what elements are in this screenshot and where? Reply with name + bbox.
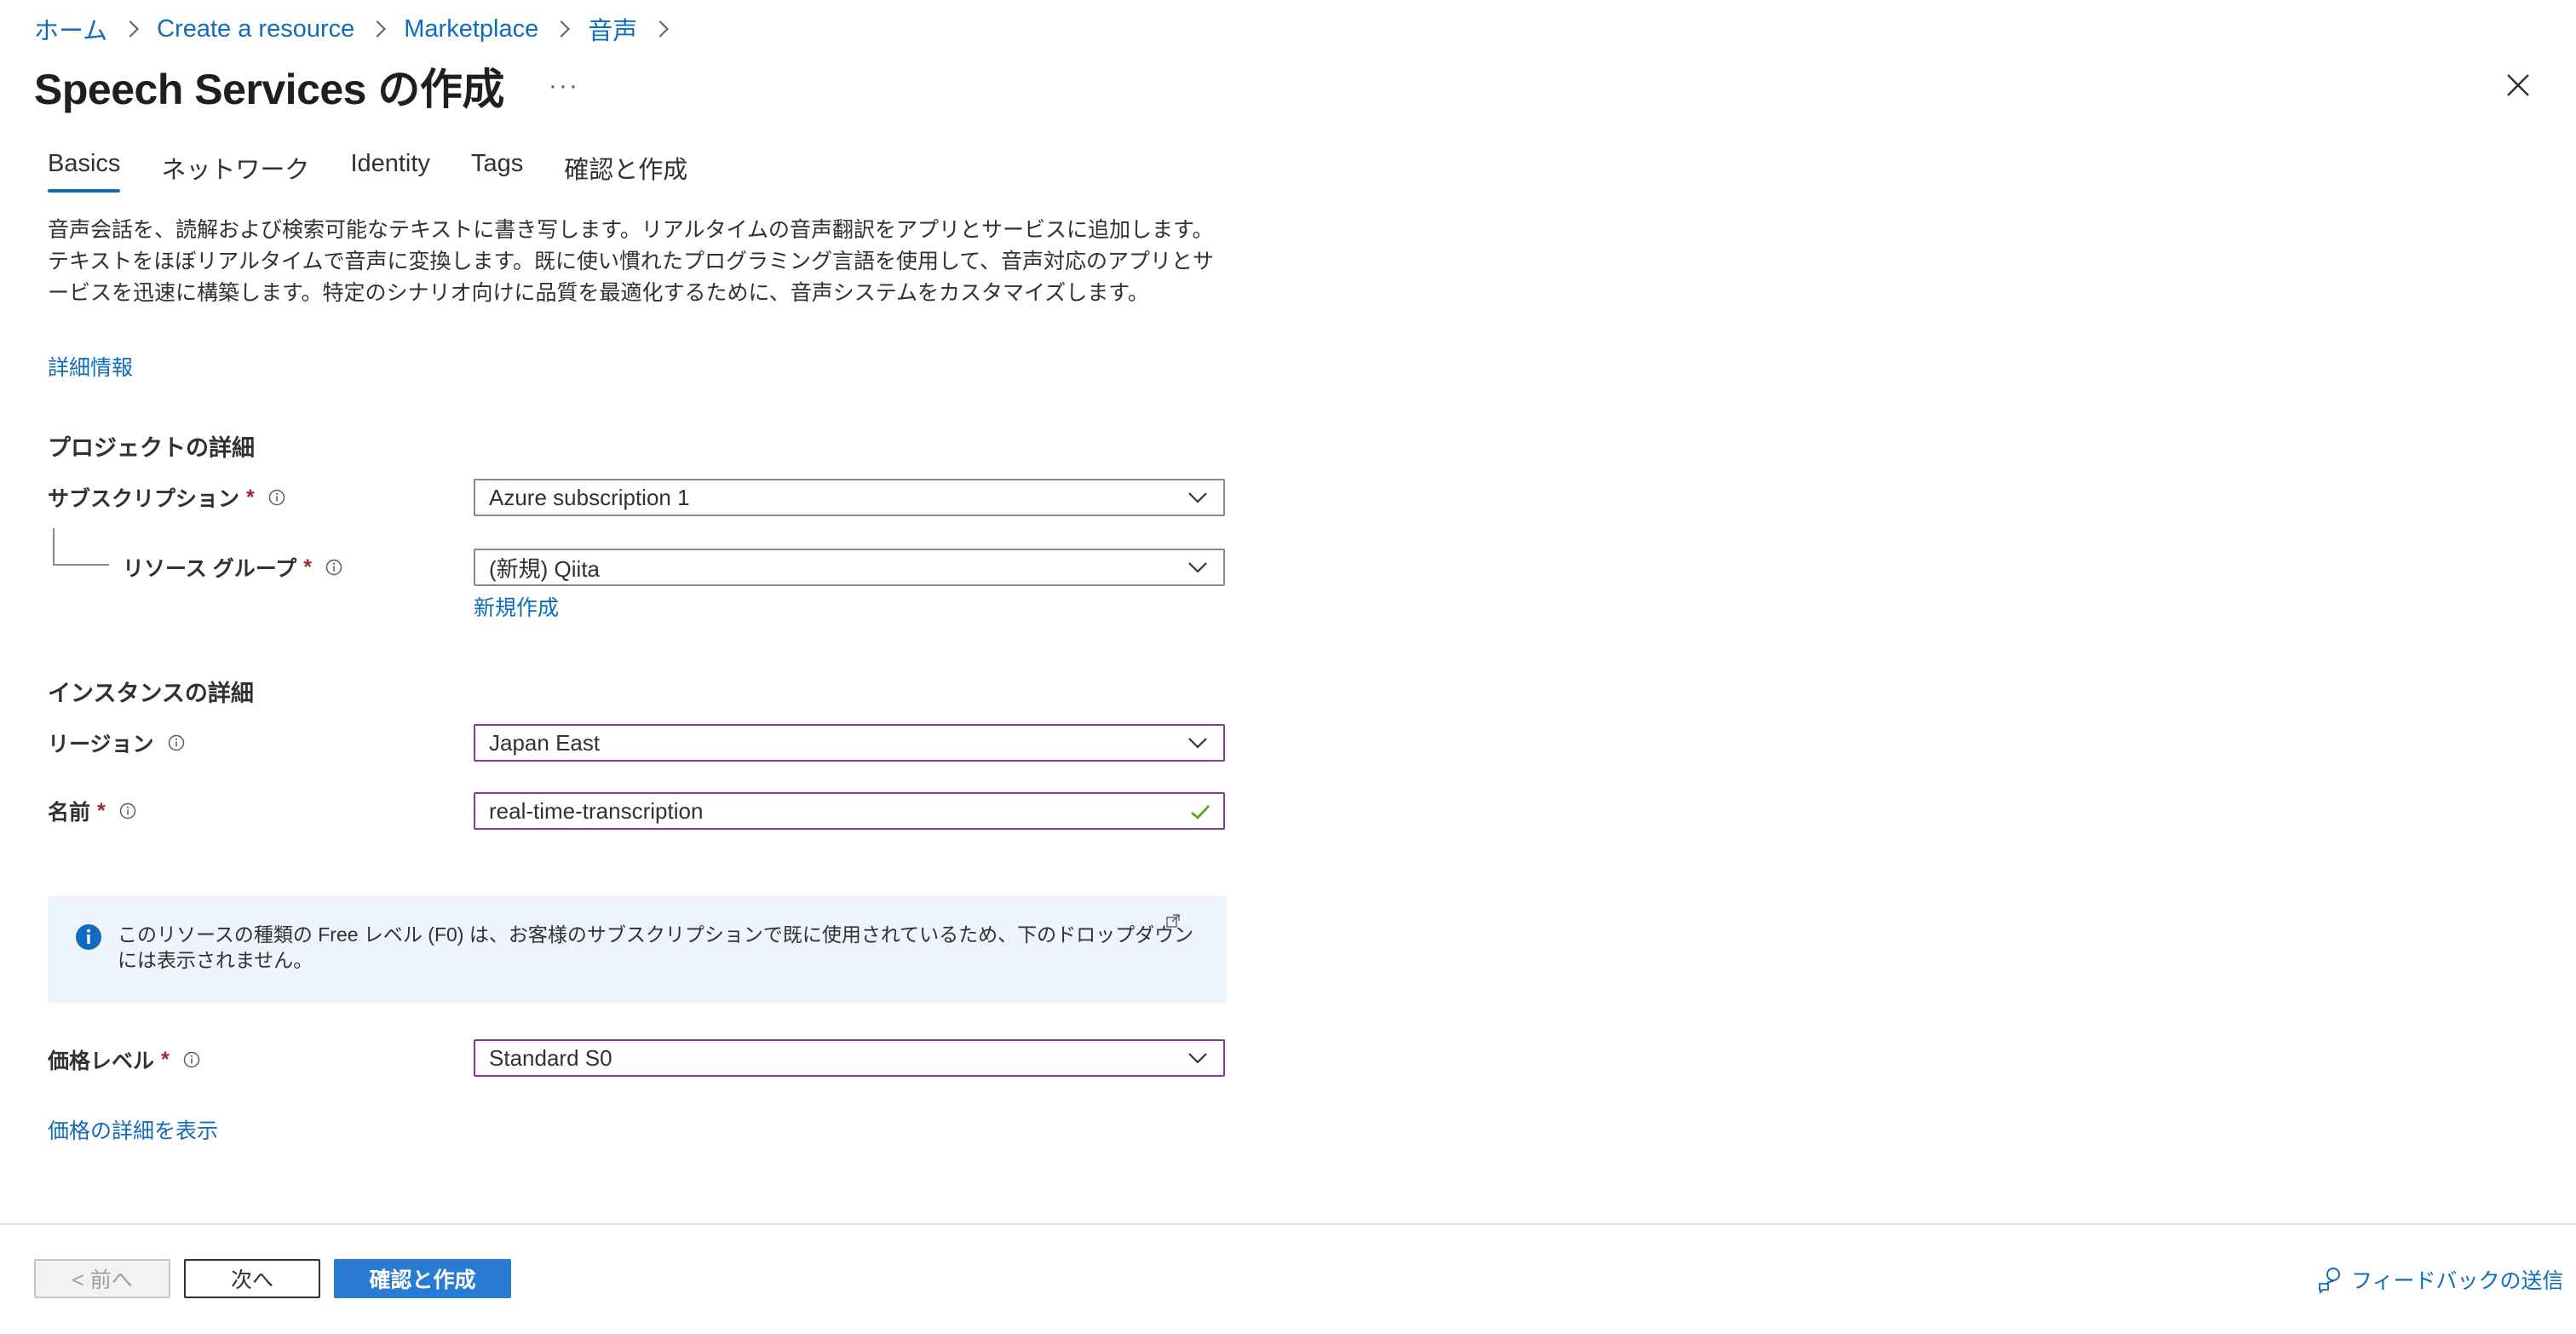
- tab-network[interactable]: ネットワーク: [161, 145, 309, 193]
- resource-group-value: (新規) Qiita: [489, 555, 601, 582]
- tab-basics[interactable]: Basics: [48, 145, 121, 193]
- info-icon[interactable]: [183, 1051, 200, 1068]
- tab-identity[interactable]: Identity: [350, 145, 430, 193]
- required-mark: *: [246, 485, 255, 509]
- view-pricing-details-link[interactable]: 価格の詳細を表示: [48, 1114, 218, 1145]
- tab-bar: Basics ネットワーク Identity Tags 確認と作成: [48, 145, 728, 198]
- pricing-tier-label: 価格レベル *: [48, 1044, 200, 1075]
- breadcrumb: ホーム Create a resource Marketplace 音声: [34, 12, 687, 46]
- create-new-resource-group-link[interactable]: 新規作成: [474, 591, 559, 622]
- create-speech-services-page: ホーム Create a resource Marketplace 音声 Spe…: [0, 0, 2576, 1334]
- chevron-right-icon: [369, 20, 387, 37]
- notice-text: このリソースの種類の Free レベル (F0) は、お客様のサブスクリプション…: [118, 923, 1194, 971]
- subscription-value: Azure subscription 1: [489, 484, 690, 510]
- resource-group-dropdown[interactable]: (新規) Qiita: [474, 549, 1225, 586]
- name-label-text: 名前: [48, 801, 91, 825]
- title-row: Speech Services の作成 ···: [34, 56, 579, 116]
- resource-group-label: リソース グループ *: [123, 552, 342, 583]
- pricing-tier-value: Standard S0: [489, 1044, 612, 1071]
- service-description: 音声会話を、読解および検索可能なテキストに書き写します。リアルタイムの音声翻訳を…: [48, 218, 1215, 305]
- close-icon[interactable]: [2503, 70, 2533, 101]
- learn-more-link[interactable]: 詳細情報: [48, 351, 133, 382]
- chevron-right-icon: [122, 20, 140, 37]
- region-dropdown[interactable]: Japan East: [474, 724, 1225, 762]
- subscription-dropdown[interactable]: Azure subscription 1: [474, 479, 1225, 516]
- name-value: real-time-transcription: [489, 797, 704, 824]
- info-icon[interactable]: [168, 734, 185, 751]
- instance-details-heading: インスタンスの詳細: [48, 681, 254, 706]
- region-label-text: リージョン: [48, 733, 154, 756]
- required-mark: *: [161, 1047, 170, 1072]
- project-details-heading: プロジェクトの詳細: [48, 435, 255, 461]
- feedback-label: フィードバックの送信: [2351, 1269, 2564, 1293]
- chevron-down-icon: [1188, 562, 1207, 573]
- info-icon[interactable]: [119, 802, 136, 819]
- tab-tags[interactable]: Tags: [471, 145, 523, 193]
- previous-button[interactable]: < 前へ: [34, 1259, 170, 1298]
- send-feedback-link[interactable]: フィードバックの送信: [2317, 1264, 2564, 1295]
- external-link-icon[interactable]: [1165, 913, 1181, 929]
- breadcrumb-marketplace[interactable]: Marketplace: [404, 15, 538, 43]
- region-value: Japan East: [489, 729, 601, 756]
- info-filled-icon: [76, 924, 101, 950]
- tab-review-create[interactable]: 確認と作成: [564, 145, 687, 193]
- page-title: Speech Services の作成: [34, 66, 504, 113]
- next-button[interactable]: 次へ: [184, 1259, 320, 1298]
- breadcrumb-speech[interactable]: 音声: [588, 11, 637, 47]
- breadcrumb-home[interactable]: ホーム: [34, 11, 107, 47]
- footer-divider: [0, 1223, 2576, 1225]
- free-tier-notice: このリソースの種類の Free レベル (F0) は、お客様のサブスクリプション…: [48, 896, 1227, 1003]
- pricing-tier-dropdown[interactable]: Standard S0: [474, 1039, 1225, 1077]
- breadcrumb-create-resource[interactable]: Create a resource: [157, 15, 354, 43]
- name-input[interactable]: real-time-transcription: [474, 792, 1225, 830]
- required-mark: *: [303, 555, 312, 579]
- chevron-down-icon: [1188, 738, 1207, 749]
- checkmark-icon: [1191, 805, 1210, 819]
- required-mark: *: [97, 798, 106, 823]
- info-icon[interactable]: [268, 489, 285, 506]
- chevron-down-icon: [1188, 1053, 1207, 1064]
- region-label: リージョン: [48, 727, 185, 758]
- pricing-tier-label-text: 価格レベル: [48, 1049, 155, 1073]
- feedback-icon: [2319, 1268, 2340, 1294]
- more-options-icon[interactable]: ···: [549, 72, 579, 101]
- chevron-down-icon: [1188, 492, 1207, 503]
- info-icon[interactable]: [325, 559, 342, 576]
- chevron-right-icon: [553, 20, 571, 37]
- tree-connector: [53, 528, 109, 566]
- resource-group-label-text: リソース グループ: [123, 557, 297, 581]
- subscription-label-text: サブスクリプション: [48, 487, 240, 511]
- name-label: 名前 *: [48, 796, 136, 826]
- subscription-label: サブスクリプション *: [48, 482, 285, 513]
- chevron-right-icon: [652, 20, 670, 37]
- review-create-button[interactable]: 確認と作成: [334, 1259, 511, 1298]
